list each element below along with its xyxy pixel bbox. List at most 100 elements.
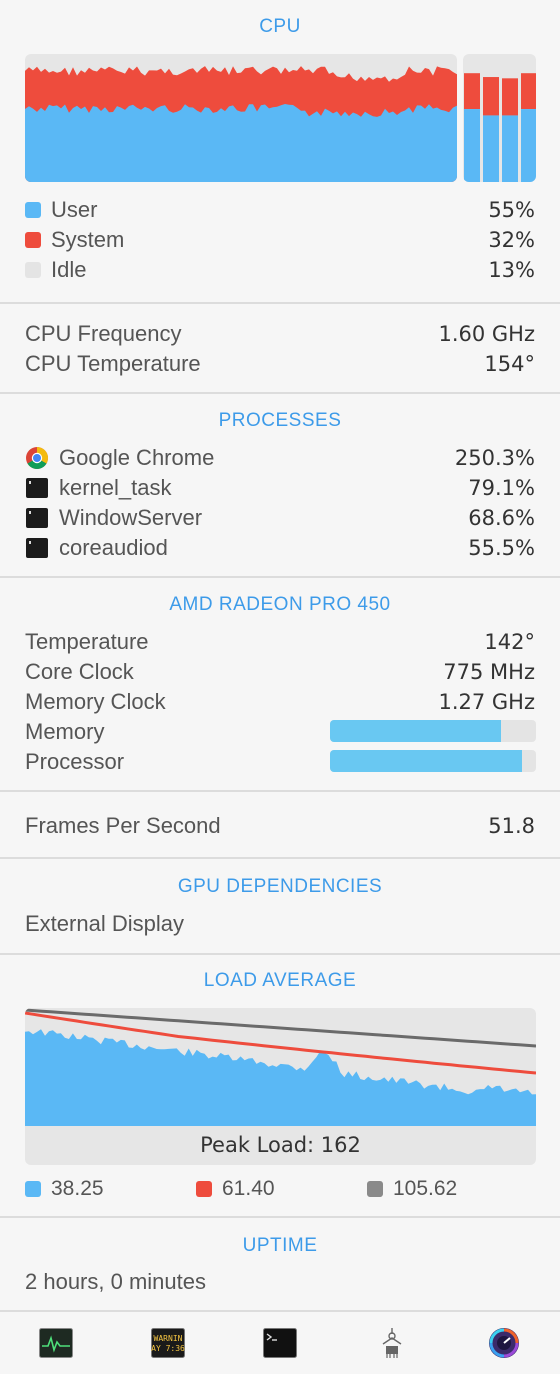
gpu-title: AMD RADEON PRO 450 [169, 594, 391, 615]
memory-clock-value: 1.27 GHz [438, 690, 535, 714]
gpu-processor-bar [330, 750, 536, 772]
memory-clock-label: Memory Clock [25, 689, 166, 714]
cpu-cores-graph [463, 54, 536, 182]
process-name: kernel_task [59, 475, 172, 500]
gpu-dependency-row: External Display [25, 909, 535, 939]
load-legend-5min: 61.40 [196, 1176, 275, 1202]
cpu-user-area [25, 104, 457, 182]
cpu-frequency-value: 1.60 GHz [438, 322, 535, 346]
divider [0, 953, 560, 955]
gpu-memory-bar-fill [330, 720, 501, 742]
app-shortcuts-bar: WARNIN AY 7:36 [0, 1312, 560, 1374]
activity-monitor-button[interactable] [38, 1325, 74, 1361]
divider [0, 790, 560, 792]
process-value: 55.5% [468, 536, 535, 560]
terminal-icon [25, 506, 49, 530]
terminal-button[interactable] [262, 1325, 298, 1361]
terminal-icon [25, 536, 49, 560]
activity-monitor-icon [39, 1328, 73, 1358]
divider [0, 1216, 560, 1218]
cpu-legend-idle: Idle 13% [25, 255, 535, 285]
system-swatch [25, 232, 41, 248]
cpu-temperature-row: CPU Temperature 154° [25, 349, 535, 379]
gpu-processor-bar-fill [330, 750, 522, 772]
process-row[interactable]: Google Chrome 250.3% [25, 443, 535, 473]
idle-swatch [25, 262, 41, 278]
core-system-bar [464, 73, 480, 110]
processes-title: PROCESSES [218, 410, 342, 431]
gpu-dependency-item: External Display [25, 911, 184, 936]
console-icon: WARNIN AY 7:36 [151, 1328, 185, 1358]
load-legend-15min: 105.62 [367, 1176, 457, 1202]
core-clock-label: Core Clock [25, 659, 134, 684]
cpu-frequency-label: CPU Frequency [25, 321, 182, 346]
peak-load-label: Peak Load: 162 [200, 1133, 361, 1157]
gpu-memory-label: Memory [25, 719, 105, 744]
terminal-icon [25, 476, 49, 500]
divider [0, 857, 560, 859]
cpu-title: CPU [259, 16, 301, 37]
cpu-temperature-label: CPU Temperature [25, 351, 201, 376]
process-name: coreaudiod [59, 535, 168, 560]
load-1min-area [25, 1029, 536, 1126]
load-1min-value: 38.25 [51, 1177, 104, 1200]
istat-menus-icon [489, 1328, 519, 1358]
divider [0, 392, 560, 394]
core-system-bar [502, 78, 518, 116]
gpu-processor-label: Processor [25, 749, 125, 774]
load-15min-line [25, 1008, 536, 1048]
core-system-bar [521, 73, 536, 110]
console-button[interactable]: WARNIN AY 7:36 [150, 1325, 186, 1361]
system-value: 32% [488, 228, 535, 252]
core-user-bar [521, 109, 536, 182]
user-value: 55% [488, 198, 535, 222]
gpu-core-clock-row: Core Clock 775 MHz [25, 657, 535, 687]
uptime-value: 2 hours, 0 minutes [25, 1269, 206, 1294]
fps-row: Frames Per Second 51.8 [25, 811, 535, 841]
process-value: 250.3% [454, 446, 535, 470]
fps-value: 51.8 [488, 814, 535, 838]
divider [0, 576, 560, 578]
process-row[interactable]: kernel_task 79.1% [25, 473, 535, 503]
system-information-button[interactable] [374, 1325, 410, 1361]
process-row[interactable]: coreaudiod 55.5% [25, 533, 535, 563]
load-legend-1min: 38.25 [25, 1176, 104, 1202]
divider [0, 302, 560, 304]
process-value: 68.6% [468, 506, 535, 530]
uptime-row: 2 hours, 0 minutes [25, 1267, 535, 1297]
gpu-temperature-label: Temperature [25, 629, 149, 654]
core-clock-value: 775 MHz [443, 660, 535, 684]
load-15min-value: 105.62 [393, 1177, 458, 1200]
console-icon-text-top: WARNIN [154, 1334, 183, 1343]
cpu-temperature-value: 154° [484, 352, 535, 376]
console-icon-text-bottom: AY 7:36 [151, 1344, 185, 1353]
process-name: WindowServer [59, 505, 203, 530]
process-name: Google Chrome [59, 445, 215, 470]
load-average-graph: Peak Load: 162 [25, 1008, 536, 1165]
gpu-temperature-value: 142° [484, 630, 535, 654]
cpu-legend-system: System 32% [25, 225, 535, 255]
process-row[interactable]: WindowServer 68.6% [25, 503, 535, 533]
load-5min-value: 61.40 [222, 1177, 275, 1200]
idle-value: 13% [488, 258, 535, 282]
user-swatch [25, 202, 41, 218]
load-average-title: LOAD AVERAGE [203, 970, 357, 991]
system-information-icon [382, 1328, 402, 1358]
load-5min-swatch [196, 1181, 212, 1197]
core-user-bar [483, 115, 499, 182]
system-label: System [51, 227, 125, 252]
uptime-title: UPTIME [242, 1235, 318, 1256]
gpu-dependencies-title: GPU DEPENDENCIES [177, 876, 383, 897]
load-1min-swatch [25, 1181, 41, 1197]
load-15min-swatch [367, 1181, 383, 1197]
user-label: User [51, 197, 98, 222]
istat-menus-button[interactable] [486, 1325, 522, 1361]
core-user-bar [502, 115, 518, 182]
cpu-legend-user: User 55% [25, 195, 535, 225]
gpu-memory-clock-row: Memory Clock 1.27 GHz [25, 687, 535, 717]
idle-label: Idle [51, 257, 87, 282]
process-value: 79.1% [468, 476, 535, 500]
cpu-history-graph [25, 54, 457, 182]
fps-label: Frames Per Second [25, 813, 221, 838]
chrome-icon [25, 446, 49, 470]
